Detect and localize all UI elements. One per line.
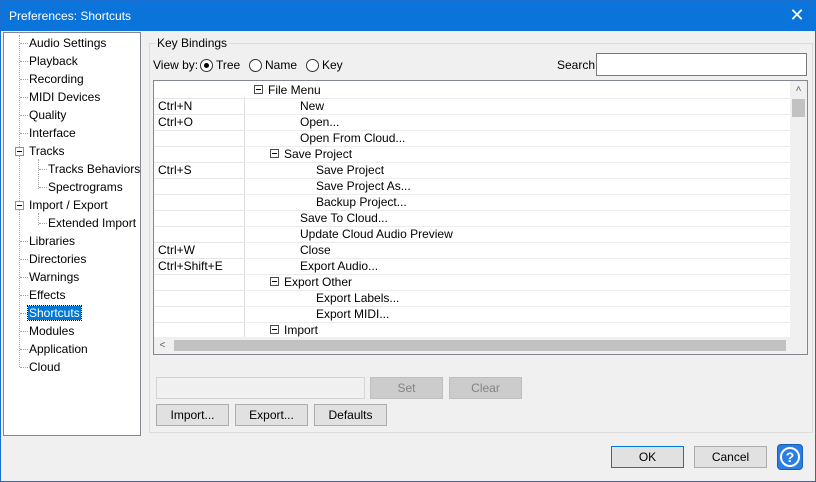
view-by-tree-radio[interactable]: Tree [200, 57, 240, 73]
preferences-window: Preferences: Shortcuts ✕ Audio Settings … [0, 0, 816, 482]
table-row[interactable]: Export Other [154, 274, 790, 290]
sidebar-item-recording[interactable]: Recording [28, 70, 85, 88]
import-button[interactable]: Import... [156, 404, 229, 426]
command-name: Export Audio... [300, 259, 379, 273]
vertical-scrollbar[interactable]: ˄ ˅ [790, 81, 807, 354]
table-row[interactable]: Import [154, 322, 790, 338]
table-row[interactable]: Ctrl+S Save Project [154, 162, 790, 178]
sidebar-item-application[interactable]: Application [28, 340, 89, 358]
collapse-icon[interactable] [254, 85, 263, 94]
horizontal-scroll-thumb[interactable] [174, 340, 786, 351]
table-row[interactable]: Ctrl+Shift+E Export Audio... [154, 258, 790, 274]
sidebar-item-midi-devices[interactable]: MIDI Devices [28, 88, 101, 106]
table-row[interactable]: File Menu [154, 82, 790, 98]
command-name: Import [284, 323, 319, 337]
view-by-key-radio[interactable]: Key [306, 57, 343, 73]
command-name: Save Project As... [316, 179, 411, 193]
collapse-icon[interactable] [270, 277, 279, 286]
command-name: Open... [300, 115, 340, 129]
command-name: Export Labels... [316, 291, 400, 305]
set-button[interactable]: Set [370, 377, 443, 399]
collapse-import-export-icon[interactable] [15, 201, 24, 210]
scroll-corner [790, 337, 807, 354]
view-by-name-radio[interactable]: Name [249, 57, 297, 73]
table-row[interactable]: Save To Cloud... [154, 210, 790, 226]
table-row[interactable]: Ctrl+N New [154, 98, 790, 114]
sidebar-item-tracks-behaviors[interactable]: Tracks Behaviors [47, 160, 141, 178]
sidebar-item-libraries[interactable]: Libraries [28, 232, 76, 250]
collapse-tracks-icon[interactable] [15, 147, 24, 156]
preferences-category-tree[interactable]: Audio Settings Playback Recording MIDI D… [3, 32, 141, 436]
command-name: Close [300, 243, 331, 257]
export-button[interactable]: Export... [235, 404, 308, 426]
table-row[interactable]: Save Project As... [154, 178, 790, 194]
command-name: Update Cloud Audio Preview [300, 227, 453, 241]
sidebar-item-extended-import[interactable]: Extended Import [47, 214, 137, 232]
table-row[interactable]: Export MIDI... [154, 306, 790, 322]
command-name: Save Project [284, 147, 353, 161]
horizontal-scrollbar[interactable]: ˂ [154, 337, 790, 354]
table-row[interactable]: Ctrl+O Open... [154, 114, 790, 130]
sidebar-item-directories[interactable]: Directories [28, 250, 87, 268]
help-button[interactable]: ? [777, 444, 803, 470]
clear-button[interactable]: Clear [449, 377, 522, 399]
table-row[interactable]: Save Project [154, 146, 790, 162]
table-row[interactable]: Update Cloud Audio Preview [154, 226, 790, 242]
sidebar-item-shortcuts[interactable]: Shortcuts [27, 304, 82, 322]
ok-button[interactable]: OK [611, 446, 684, 468]
cancel-button[interactable]: Cancel [694, 446, 767, 468]
collapse-icon[interactable] [270, 149, 279, 158]
table-row[interactable]: Ctrl+W Close [154, 242, 790, 258]
table-row[interactable]: Export Labels... [154, 290, 790, 306]
sidebar-item-modules[interactable]: Modules [28, 322, 75, 340]
sidebar-item-interface[interactable]: Interface [28, 124, 77, 142]
title-bar: Preferences: Shortcuts ✕ [1, 1, 815, 31]
command-name: New [300, 99, 325, 113]
key-cell: Ctrl+O [158, 115, 194, 129]
key-combination-input[interactable] [156, 377, 365, 399]
command-name: File Menu [268, 83, 321, 97]
defaults-button[interactable]: Defaults [314, 404, 387, 426]
key-bindings-group-label: Key Bindings [155, 36, 230, 50]
scroll-up-icon[interactable]: ˄ [790, 81, 807, 98]
search-input[interactable] [596, 53, 807, 76]
key-cell: Ctrl+N [158, 99, 193, 113]
vertical-scroll-thumb[interactable] [792, 99, 805, 117]
sidebar-item-spectrograms[interactable]: Spectrograms [47, 178, 124, 196]
command-name: Export MIDI... [316, 307, 390, 321]
help-icon: ? [780, 447, 800, 467]
command-name: Save Project [316, 163, 385, 177]
close-icon[interactable]: ✕ [787, 5, 807, 25]
search-label: Search: [557, 58, 599, 72]
command-name: Open From Cloud... [300, 131, 406, 145]
command-name: Save To Cloud... [300, 211, 388, 225]
window-title: Preferences: Shortcuts [9, 9, 132, 23]
scroll-left-icon[interactable]: ˂ [154, 337, 171, 354]
sidebar-item-cloud[interactable]: Cloud [28, 358, 61, 376]
collapse-icon[interactable] [270, 325, 279, 334]
command-name: Backup Project... [316, 195, 407, 209]
table-row[interactable]: Open From Cloud... [154, 130, 790, 146]
view-by-label: View by: [153, 58, 199, 72]
sidebar-item-quality[interactable]: Quality [28, 106, 67, 124]
sidebar-item-import-export[interactable]: Import / Export [28, 196, 109, 214]
sidebar-item-audio-settings[interactable]: Audio Settings [28, 34, 107, 52]
sidebar-item-effects[interactable]: Effects [28, 286, 66, 304]
command-name: Export Other [284, 275, 353, 289]
key-cell: Ctrl+Shift+E [158, 259, 223, 273]
key-cell: Ctrl+W [158, 243, 195, 257]
sidebar-item-warnings[interactable]: Warnings [28, 268, 80, 286]
sidebar-item-playback[interactable]: Playback [28, 52, 79, 70]
sidebar-item-tracks[interactable]: Tracks [28, 142, 66, 160]
key-bindings-list[interactable]: File Menu Ctrl+N New Ctrl+O Open... Open From… [153, 80, 808, 355]
key-cell: Ctrl+S [158, 163, 192, 177]
table-row[interactable]: Backup Project... [154, 194, 790, 210]
